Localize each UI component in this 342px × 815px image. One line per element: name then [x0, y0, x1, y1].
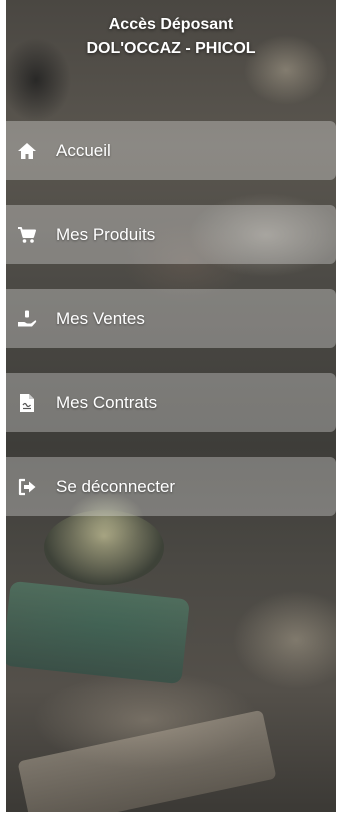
- contract-document-icon: [17, 393, 37, 413]
- cart-icon: [17, 225, 37, 245]
- background-photo-detail: [44, 510, 164, 585]
- side-menu-panel: Accès Déposant DOL'OCCAZ - PHICOL Accuei…: [6, 0, 336, 812]
- home-icon: [17, 141, 37, 161]
- access-title: Accès Déposant: [108, 16, 234, 33]
- menu-item-mes-ventes[interactable]: Mes Ventes: [6, 289, 336, 348]
- menu-item-label: Mes Contrats: [56, 392, 158, 412]
- menu-item-mes-contrats[interactable]: Mes Contrats: [6, 373, 336, 432]
- menu-item-accueil[interactable]: Accueil: [6, 121, 336, 180]
- menu-item-se-deconnecter[interactable]: Se déconnecter: [6, 457, 336, 516]
- menu-item-label: Mes Produits: [56, 224, 156, 244]
- background-photo-detail: [17, 709, 277, 812]
- menu-item-label: Mes Ventes: [56, 308, 145, 328]
- background-photo-detail: [6, 580, 190, 685]
- menu-item-label: Accueil: [56, 140, 111, 160]
- store-name: DOL'OCCAZ - PHICOL: [86, 40, 256, 57]
- menu-item-mes-produits[interactable]: Mes Produits: [6, 205, 336, 264]
- menu-item-label: Se déconnecter: [56, 476, 176, 496]
- menu-header: Accès Déposant DOL'OCCAZ - PHICOL: [6, 14, 336, 60]
- logout-icon: [17, 477, 37, 497]
- hand-money-icon: [17, 309, 37, 329]
